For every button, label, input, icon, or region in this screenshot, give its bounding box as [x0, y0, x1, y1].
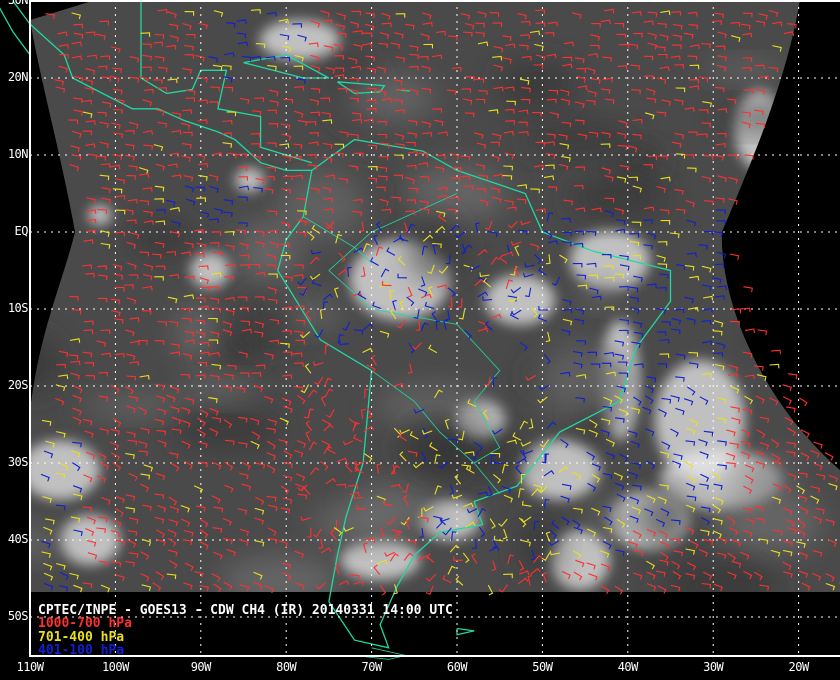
- lat-label: 50S: [7, 609, 29, 623]
- lon-label: 40W: [617, 660, 639, 674]
- cloud-texture: [618, 146, 660, 179]
- lon-label: 70W: [361, 660, 383, 674]
- lon-label: 100W: [101, 660, 129, 674]
- cloud: [30, 440, 100, 500]
- lat-label: 10N: [7, 147, 29, 161]
- lon-label: 30W: [703, 660, 724, 674]
- cloud: [260, 20, 340, 60]
- lat-label: 20S: [7, 378, 29, 392]
- cloud-texture: [173, 409, 284, 450]
- cloud-texture: [591, 501, 636, 535]
- cloud-texture: [236, 219, 300, 287]
- lon-label: 20W: [788, 660, 810, 674]
- cloud-texture: [568, 177, 667, 219]
- cloud-texture: [275, 169, 369, 237]
- cloud: [570, 230, 650, 290]
- cloud: [485, 275, 555, 325]
- legend-low-level: 1000-700 hPa: [38, 616, 132, 631]
- cloud-texture: [497, 60, 575, 110]
- lat-label: 30S: [7, 455, 29, 469]
- lon-label: 90W: [190, 660, 212, 674]
- cloud: [520, 440, 600, 500]
- cloud-texture: [311, 504, 397, 543]
- satellite-map: [0, 0, 840, 680]
- lat-label: EQ: [14, 224, 29, 238]
- cloud: [88, 205, 112, 225]
- lon-label: 50W: [532, 660, 553, 674]
- cloud: [60, 515, 120, 565]
- cloud-texture: [705, 59, 785, 80]
- lat-label: 20N: [7, 70, 29, 84]
- lon-label: 80W: [276, 660, 297, 674]
- lon-label: 110W: [16, 660, 44, 674]
- lat-label: 10S: [7, 301, 29, 315]
- cloud-texture: [524, 124, 636, 157]
- lat-label: 30N: [7, 0, 29, 7]
- lon-label: 60W: [446, 660, 468, 674]
- lat-label: 40S: [7, 532, 29, 546]
- cloud: [190, 252, 230, 288]
- legend-high-level: 401-100 hPa: [38, 643, 125, 658]
